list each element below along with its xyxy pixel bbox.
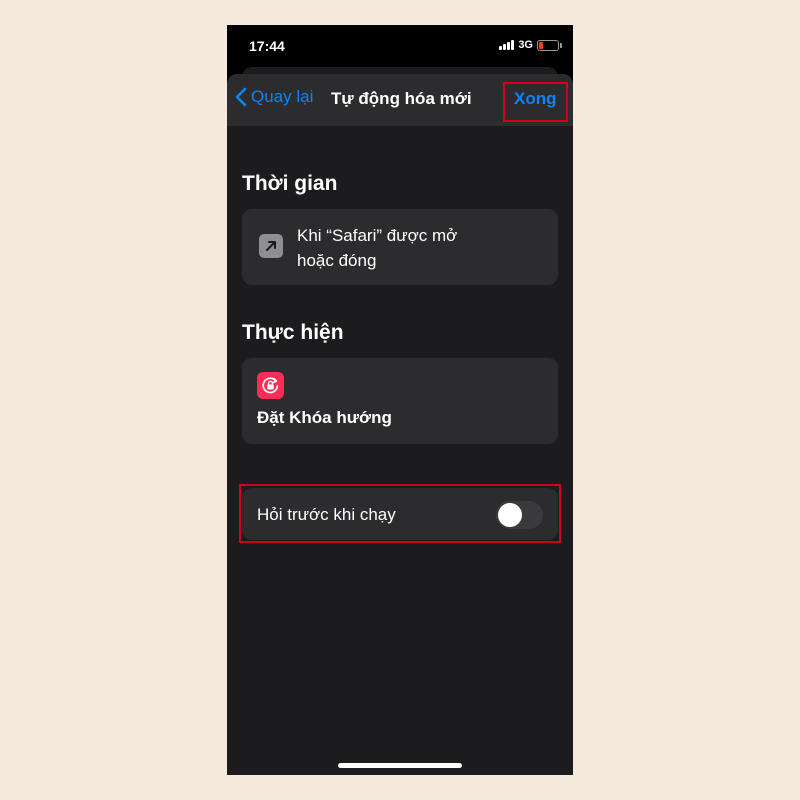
arrow-up-right-icon bbox=[259, 234, 283, 258]
page-title: Tự động hóa mới bbox=[331, 89, 472, 108]
battery-icon bbox=[537, 39, 562, 51]
trigger-line-2: hoặc đóng bbox=[297, 251, 377, 270]
home-indicator[interactable] bbox=[338, 763, 462, 768]
status-bar: 17:44 3G bbox=[227, 25, 573, 69]
trigger-line-1: Khi “Safari” được mở bbox=[297, 226, 458, 245]
back-button-label: Quay lại bbox=[251, 87, 314, 106]
network-type: 3G bbox=[518, 39, 533, 51]
chevron-left-icon bbox=[235, 87, 247, 107]
status-indicators: 3G bbox=[499, 39, 562, 51]
battery-level bbox=[539, 41, 543, 49]
battery-tip bbox=[560, 42, 562, 48]
rotation-lock-icon bbox=[257, 372, 284, 399]
trigger-description: Khi “Safari” được mở hoặc đóng bbox=[297, 223, 517, 273]
status-time: 17:44 bbox=[249, 38, 285, 54]
action-section-header: Thực hiện bbox=[242, 321, 344, 344]
trigger-section-header: Thời gian bbox=[242, 172, 338, 195]
trigger-card[interactable]: Khi “Safari” được mở hoặc đóng bbox=[242, 209, 558, 285]
ask-before-running-highlight bbox=[239, 484, 561, 543]
signal-strength-icon bbox=[499, 40, 515, 50]
phone-screen: 17:44 3G Quay lại Tự động hóa mới Xong T… bbox=[227, 25, 573, 775]
action-card[interactable]: Đặt Khóa hướng bbox=[242, 358, 558, 444]
done-button-highlight bbox=[503, 82, 568, 122]
back-button[interactable]: Quay lại bbox=[235, 87, 313, 107]
action-label: Đặt Khóa hướng bbox=[257, 408, 392, 427]
new-automation-sheet: Quay lại Tự động hóa mới Xong Thời gian … bbox=[227, 74, 573, 775]
